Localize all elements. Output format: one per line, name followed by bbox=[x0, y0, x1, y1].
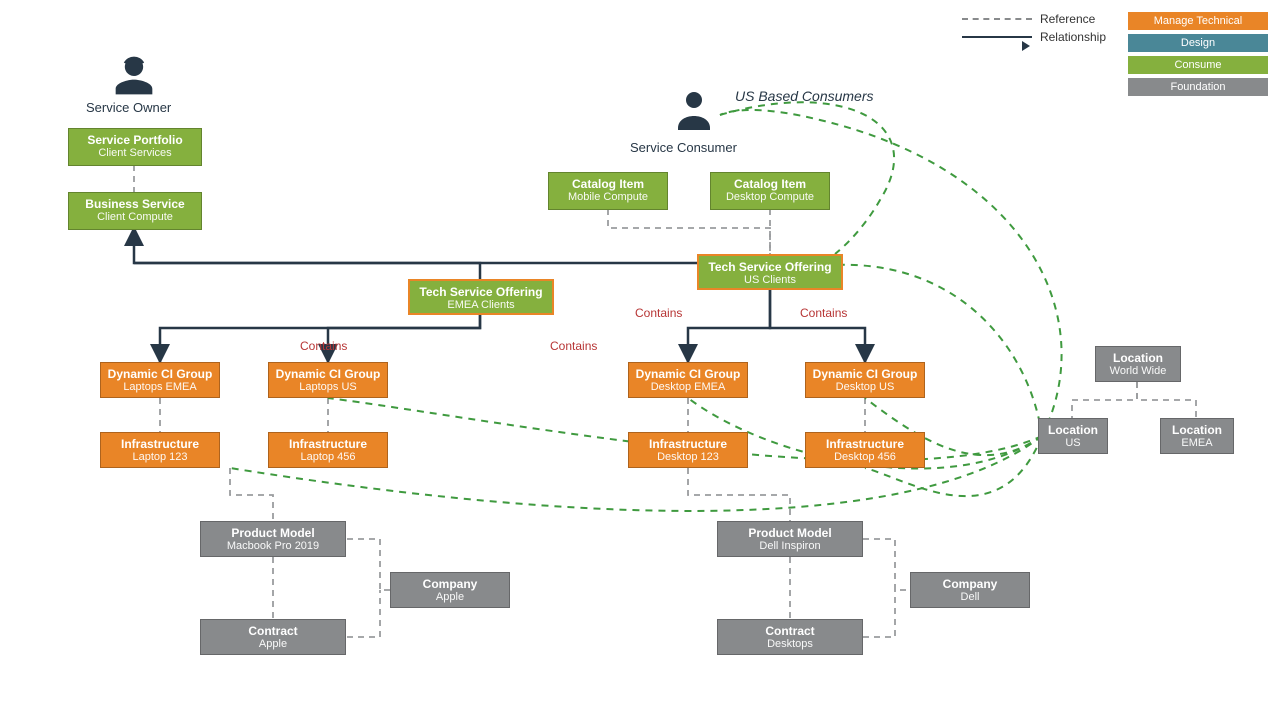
box-tso-us: Tech Service OfferingUS Clients bbox=[697, 254, 843, 290]
box-tso-emea: Tech Service OfferingEMEA Clients bbox=[408, 279, 554, 315]
box-location-us: LocationUS bbox=[1038, 418, 1108, 454]
connectors bbox=[0, 0, 1280, 720]
box-location-world: LocationWorld Wide bbox=[1095, 346, 1181, 382]
label-contains-3: Contains bbox=[635, 306, 682, 320]
box-service-portfolio: Service PortfolioClient Services bbox=[68, 128, 202, 166]
label-contains-4: Contains bbox=[800, 306, 847, 320]
box-product-model-dell: Product ModelDell Inspiron bbox=[717, 521, 863, 557]
service-consumer-label: Service Consumer bbox=[630, 140, 737, 155]
box-contract-desktops: ContractDesktops bbox=[717, 619, 863, 655]
legend-line-arrow bbox=[962, 36, 1032, 38]
legend-reference: Reference bbox=[1040, 12, 1095, 26]
box-company-dell: CompanyDell bbox=[910, 572, 1030, 608]
service-owner-label: Service Owner bbox=[86, 100, 171, 115]
box-company-apple: CompanyApple bbox=[390, 572, 510, 608]
box-dcg-desktop-emea: Dynamic CI GroupDesktop EMEA bbox=[628, 362, 748, 398]
box-dcg-desktop-us: Dynamic CI GroupDesktop US bbox=[805, 362, 925, 398]
box-contract-apple: ContractApple bbox=[200, 619, 346, 655]
label-contains-2: Contains bbox=[550, 339, 597, 353]
box-business-service: Business ServiceClient Compute bbox=[68, 192, 202, 230]
annotation-us-based: US Based Consumers bbox=[735, 88, 874, 104]
box-catalog-mobile: Catalog ItemMobile Compute bbox=[548, 172, 668, 210]
legend-swatch-manage-technical: Manage Technical bbox=[1128, 12, 1268, 30]
legend: Reference Relationship Manage Technical … bbox=[962, 8, 1268, 100]
box-infra-desktop123: InfrastructureDesktop 123 bbox=[628, 432, 748, 468]
box-catalog-desktop: Catalog ItemDesktop Compute bbox=[710, 172, 830, 210]
service-consumer-icon bbox=[670, 86, 718, 139]
box-dcg-laptops-emea: Dynamic CI GroupLaptops EMEA bbox=[100, 362, 220, 398]
legend-line-dashed bbox=[962, 18, 1032, 20]
box-location-emea: LocationEMEA bbox=[1160, 418, 1234, 454]
box-infra-laptop456: InfrastructureLaptop 456 bbox=[268, 432, 388, 468]
diagram-stage: { "actors": { "owner_label": "Service Ow… bbox=[0, 0, 1280, 720]
service-owner-icon bbox=[112, 54, 156, 103]
box-infra-desktop456: InfrastructureDesktop 456 bbox=[805, 432, 925, 468]
legend-swatch-design: Design bbox=[1128, 34, 1268, 52]
legend-swatch-foundation: Foundation bbox=[1128, 78, 1268, 96]
legend-relationship: Relationship bbox=[1040, 30, 1106, 44]
box-infra-laptop123: InfrastructureLaptop 123 bbox=[100, 432, 220, 468]
label-contains-1: Contains bbox=[300, 339, 347, 353]
legend-swatch-consume: Consume bbox=[1128, 56, 1268, 74]
box-dcg-laptops-us: Dynamic CI GroupLaptops US bbox=[268, 362, 388, 398]
box-product-model-macbook: Product ModelMacbook Pro 2019 bbox=[200, 521, 346, 557]
